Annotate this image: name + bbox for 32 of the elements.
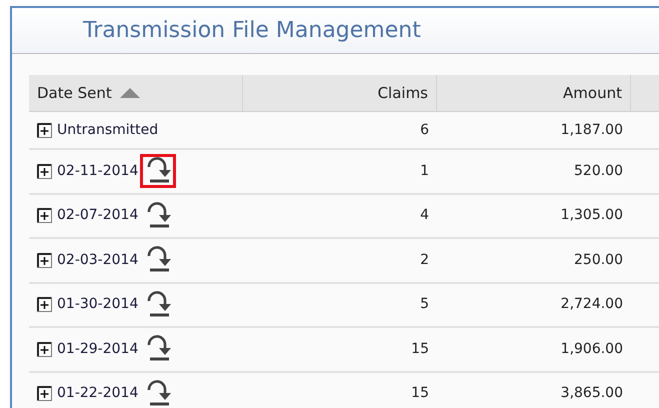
date-sent-cell-text: 02-07-2014 [57, 206, 138, 226]
expand-icon[interactable] [37, 252, 52, 268]
column-header[interactable]: Claims [243, 75, 437, 111]
expand-icon[interactable] [37, 386, 52, 402]
amount-cell-text: 1,906.00 [560, 340, 624, 359]
claims-cell-text: 2 [419, 250, 430, 270]
claims-cell-text: 5 [419, 295, 430, 314]
claims-cell-text: 1 [419, 162, 430, 181]
amount-cell-text: 2,724.00 [560, 295, 624, 314]
expand-icon[interactable] [37, 122, 52, 138]
date-sent-cell-text: Untransmitted [57, 120, 158, 140]
claims-cell-text: 4 [419, 206, 430, 226]
amount-cell-text: 1,305.00 [560, 206, 624, 226]
claims-cell-text: 6 [419, 120, 430, 140]
amount-cell-text: 3,865.00 [560, 384, 624, 404]
expand-icon[interactable] [37, 342, 52, 357]
expand-icon[interactable] [37, 208, 52, 224]
column-header[interactable]: Date Sent [29, 75, 243, 111]
claims-cell-text: 15 [410, 340, 430, 359]
date-sent-cell-text: 02-11-2014 [57, 162, 138, 181]
panel-title: Transmission File Management [83, 17, 421, 45]
date-sent-cell-text: 01-29-2014 [57, 340, 138, 359]
date-sent-cell-text: 01-30-2014 [57, 295, 138, 314]
expand-icon[interactable] [37, 164, 52, 179]
expand-icon[interactable] [37, 297, 52, 312]
claims-cell-text: 15 [410, 384, 430, 404]
amount-cell-text: 1,187.00 [560, 120, 624, 140]
date-sent-cell-text: 02-03-2014 [57, 250, 138, 270]
download-button[interactable] [140, 154, 176, 188]
amount-cell-text: 520.00 [573, 162, 624, 181]
amount-cell-text: 250.00 [573, 250, 624, 270]
date-sent-cell-text: 01-22-2014 [57, 384, 138, 404]
